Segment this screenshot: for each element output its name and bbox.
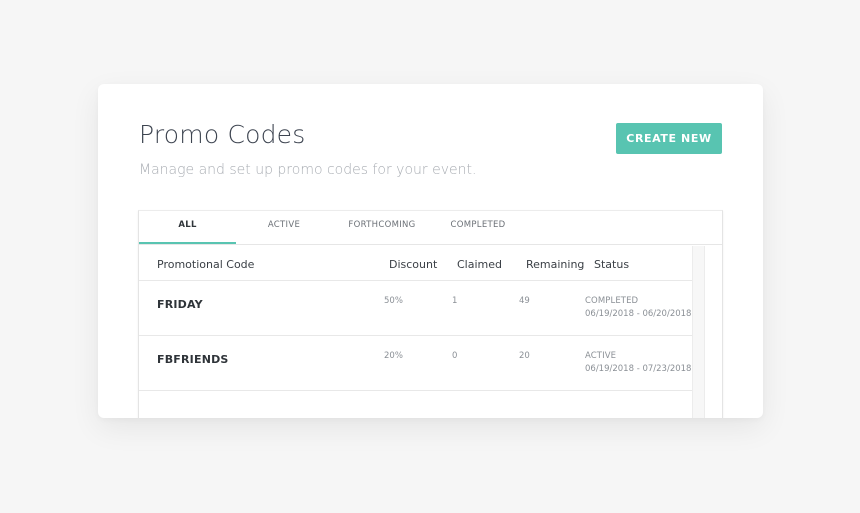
create-new-button[interactable]: CREATE NEW [616,123,722,154]
tab-forthcoming[interactable]: FORTHCOMING [332,211,432,242]
tab-bar: ALL ACTIVE FORTHCOMING COMPLETED [139,211,722,245]
tab-all[interactable]: ALL [139,211,236,244]
promo-code: FBFRIENDS [157,353,229,366]
page-title: Promo Codes [139,120,306,149]
status-label: COMPLETED [585,296,639,306]
discount-value: 20% [384,351,403,361]
date-range: 06/19/2018 - 07/23/2018 [585,364,692,374]
claimed-value: 1 [452,296,458,306]
header-status: Status [594,258,630,271]
header-promotional-code: Promotional Code [157,258,255,271]
promo-codes-card: Promo Codes Manage and set up promo code… [98,84,763,418]
tab-completed[interactable]: COMPLETED [432,211,524,242]
header-claimed: Claimed [457,258,502,271]
promo-codes-panel: ALL ACTIVE FORTHCOMING COMPLETED Promoti… [138,210,723,418]
date-range: 06/19/2018 - 06/20/2018 [585,309,692,319]
header-discount: Discount [389,258,438,271]
claimed-value: 0 [452,351,458,361]
tab-active[interactable]: ACTIVE [236,211,332,242]
remaining-value: 20 [519,351,530,361]
promo-code: FRIDAY [157,298,203,311]
remaining-value: 49 [519,296,530,306]
table-scrollbar[interactable] [692,246,705,418]
table-row[interactable]: FBFRIENDS 20% 0 20 ACTIVE 06/19/2018 - 0… [139,336,692,391]
header-remaining: Remaining [526,258,585,271]
discount-value: 50% [384,296,403,306]
page-subtitle: Manage and set up promo codes for your e… [139,162,477,178]
table-row[interactable]: FRIDAY 50% 1 49 COMPLETED 06/19/2018 - 0… [139,281,692,336]
status-label: ACTIVE [585,351,617,361]
